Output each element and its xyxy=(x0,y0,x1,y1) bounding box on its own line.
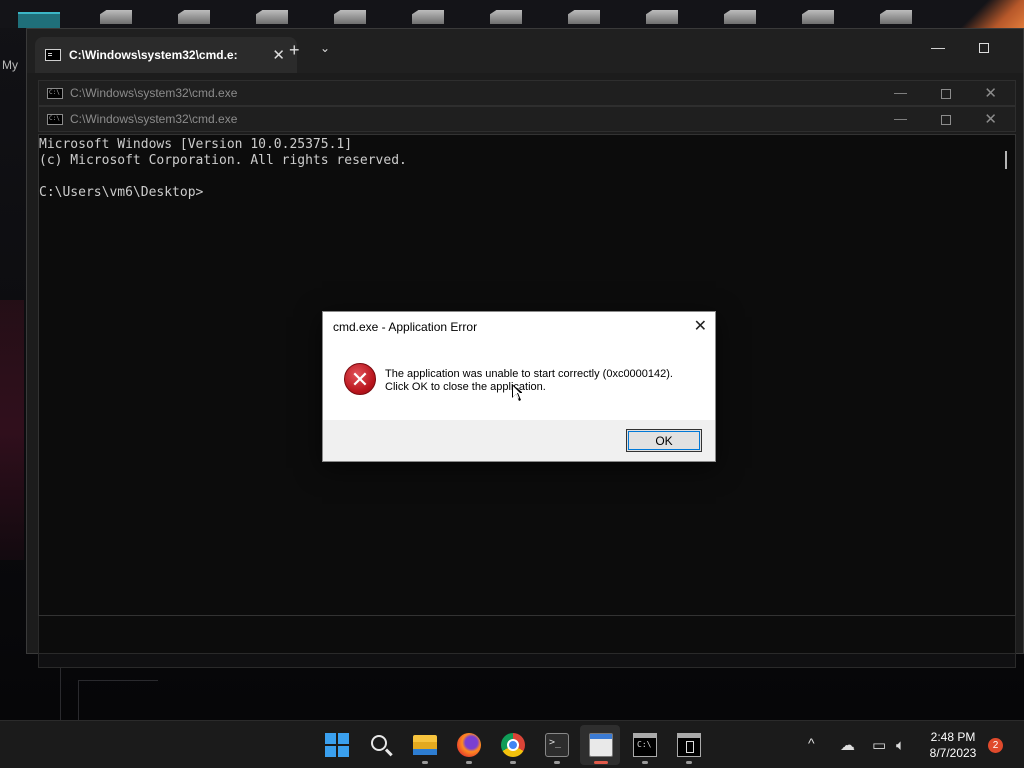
desktop-file-icon[interactable] xyxy=(880,10,912,24)
clock-time: 2:48 PM xyxy=(930,730,976,744)
terminal-icon[interactable] xyxy=(545,733,569,757)
background-window-edge xyxy=(78,680,158,720)
background-cmd-window xyxy=(38,616,1016,654)
maximize-button[interactable] xyxy=(941,89,951,99)
desktop-file-icon[interactable] xyxy=(412,10,444,24)
volume-icon[interactable]: 🔈︎ xyxy=(896,736,905,754)
dialog-body: ✕ The application was unable to start co… xyxy=(323,342,715,420)
running-indicator xyxy=(554,761,560,764)
notepad-icon[interactable] xyxy=(589,733,613,757)
tab-close-button[interactable]: ✕ xyxy=(272,46,285,64)
desktop-file-icon[interactable] xyxy=(646,10,678,24)
desktop-icon-label[interactable]: My xyxy=(2,58,18,72)
cmd-icon xyxy=(47,87,63,99)
minimize-button[interactable]: — xyxy=(894,85,907,100)
clock-date: 8/7/2023 xyxy=(929,746,977,760)
maximize-button[interactable] xyxy=(979,43,989,53)
cmd-icon[interactable] xyxy=(633,733,657,757)
scrollbar-thumb[interactable] xyxy=(1005,151,1007,169)
application-error-dialog: cmd.exe - Application Error ✕ ✕ The appl… xyxy=(322,311,716,462)
desktop-file-icon[interactable] xyxy=(802,10,834,24)
cmd-window-icon[interactable] xyxy=(677,733,701,757)
start-icon[interactable] xyxy=(325,733,349,757)
running-indicator xyxy=(422,761,428,764)
new-tab-button[interactable]: + xyxy=(289,40,300,61)
running-indicator xyxy=(686,761,692,764)
terminal-tab[interactable]: C:\Windows\system32\cmd.e: ✕ xyxy=(35,37,297,73)
minimize-button[interactable]: — xyxy=(894,111,907,126)
cmd-window-title: C:\Windows\system32\cmd.exe xyxy=(70,112,238,126)
chrome-icon[interactable] xyxy=(501,733,525,757)
desktop-file-icon[interactable] xyxy=(100,10,132,24)
clock[interactable]: 2:48 PM 8/7/2023 xyxy=(924,729,982,761)
ok-button[interactable]: OK xyxy=(626,429,702,452)
onedrive-icon[interactable]: ☁ xyxy=(840,736,855,754)
notification-badge[interactable]: 2 xyxy=(988,738,1003,753)
network-icon[interactable]: ▭ xyxy=(872,736,886,754)
minimize-button[interactable]: — xyxy=(931,39,945,55)
desktop-file-icon[interactable] xyxy=(568,10,600,24)
background-window-edge xyxy=(0,300,24,560)
search-icon[interactable] xyxy=(369,733,393,757)
active-indicator xyxy=(594,761,608,764)
tab-dropdown-button[interactable]: ⌄ xyxy=(320,41,330,55)
background-cmd-window xyxy=(38,654,1016,668)
desktop-file-icon[interactable] xyxy=(334,10,366,24)
terminal-tab-bar: C:\Windows\system32\cmd.e: ✕ + ⌄ — xyxy=(27,29,1023,73)
firefox-icon[interactable] xyxy=(457,733,481,757)
desktop-wallpaper-accent xyxy=(954,0,1024,28)
running-indicator xyxy=(642,761,648,764)
cmd-tab-icon xyxy=(45,49,61,61)
dialog-close-button[interactable]: ✕ xyxy=(694,316,707,336)
taskbar: ^ ☁ ▭ 🔈︎ 2:48 PM 8/7/2023 2 xyxy=(0,720,1024,768)
running-indicator xyxy=(510,761,516,764)
desktop-file-icon[interactable] xyxy=(178,10,210,24)
file-explorer-icon[interactable] xyxy=(413,735,437,755)
desktop-file-icon[interactable] xyxy=(256,10,288,24)
desktop-file-icon[interactable] xyxy=(490,10,522,24)
cmd-window-title: C:\Windows\system32\cmd.exe xyxy=(70,86,238,100)
maximize-button[interactable] xyxy=(941,115,951,125)
close-button[interactable]: ✕ xyxy=(984,84,997,102)
error-message-line: The application was unable to start corr… xyxy=(385,368,673,380)
error-x-icon: ✕ xyxy=(344,363,376,395)
cmd-window-titlebar[interactable]: C:\Windows\system32\cmd.exe — ✕ xyxy=(38,80,1016,106)
error-message: The application was unable to start corr… xyxy=(385,368,673,394)
desktop-file-icon[interactable] xyxy=(724,10,756,24)
desktop-folder-icon[interactable] xyxy=(18,12,60,28)
tray-chevron-icon[interactable]: ^ xyxy=(808,735,815,751)
cmd-icon xyxy=(47,113,63,125)
close-button[interactable]: ✕ xyxy=(984,110,997,128)
dialog-title: cmd.exe - Application Error xyxy=(333,320,478,334)
running-indicator xyxy=(466,761,472,764)
cmd-window-titlebar[interactable]: C:\Windows\system32\cmd.exe — ✕ xyxy=(38,106,1016,132)
console-text: Microsoft Windows [Version 10.0.25375.1]… xyxy=(39,137,407,200)
error-message-line: Click OK to close the application. xyxy=(385,381,546,393)
tab-title: C:\Windows\system32\cmd.e: xyxy=(69,48,237,62)
dialog-titlebar[interactable]: cmd.exe - Application Error ✕ xyxy=(323,312,715,342)
